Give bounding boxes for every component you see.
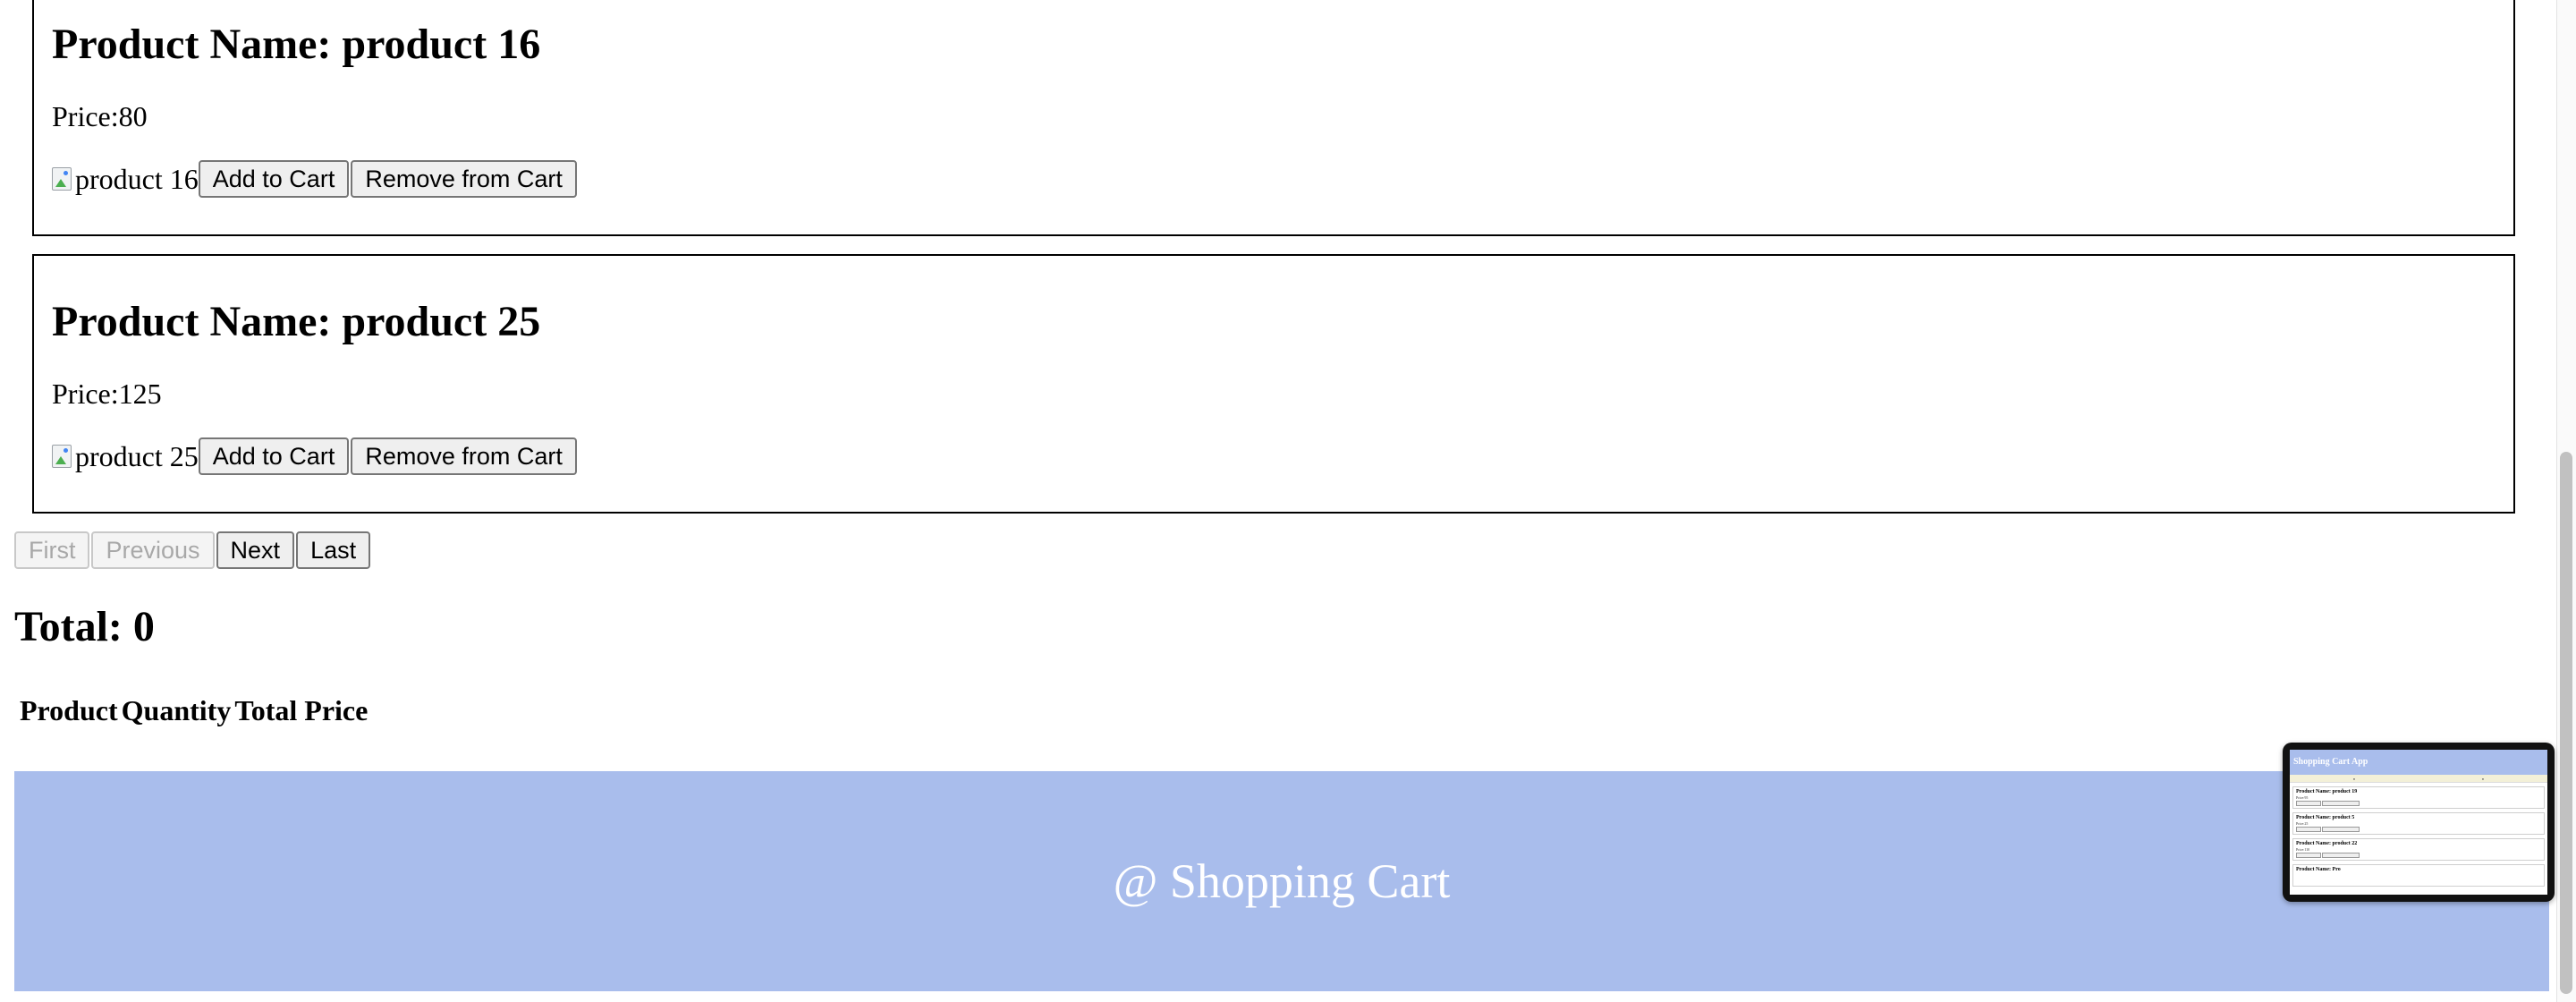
product-title: Product Name: product 16 bbox=[52, 21, 541, 68]
first-page-button[interactable]: First bbox=[14, 531, 90, 569]
product-price: Price:125 bbox=[52, 378, 162, 410]
preview-card: Product Name: product 19 Price:95 bbox=[2292, 786, 2545, 809]
preview-card: Product Name: product 22 Price:110 bbox=[2292, 838, 2545, 861]
preview-card: Product Name: Pro bbox=[2292, 864, 2545, 887]
product-actions: product 16 Add to Cart Remove from Cart bbox=[52, 159, 579, 199]
cart-table-header: Product Quantity Total Price bbox=[20, 694, 368, 727]
preview-card-line: Price:95 bbox=[2296, 795, 2309, 800]
product-image: product 25 bbox=[52, 437, 199, 476]
pagination: First Previous Next Last bbox=[14, 531, 372, 569]
footer-text: @ Shopping Cart bbox=[1113, 854, 1451, 908]
scrollbar-thumb[interactable] bbox=[2560, 452, 2572, 994]
column-quantity: Quantity bbox=[121, 694, 232, 726]
cart-table: Product Quantity Total Price bbox=[16, 694, 371, 727]
previous-page-button[interactable]: Previous bbox=[91, 531, 215, 569]
preview-card-title: Product Name: product 5 bbox=[2296, 815, 2355, 820]
last-page-button[interactable]: Last bbox=[296, 531, 371, 569]
preview-card-title: Product Name: Pro bbox=[2296, 867, 2341, 872]
page-content: Product Name: product 16 Price:80 produc… bbox=[0, 0, 2556, 1002]
product-card: Product Name: product 25 Price:125 produ… bbox=[32, 254, 2515, 514]
product-image: product 16 bbox=[52, 159, 199, 199]
preview-nav: ● ● bbox=[2290, 775, 2547, 783]
broken-image-icon bbox=[52, 167, 72, 191]
preview-card-title: Product Name: product 19 bbox=[2296, 789, 2358, 794]
preview-card-title: Product Name: product 22 bbox=[2296, 841, 2358, 846]
preview-card-buttons bbox=[2296, 853, 2541, 858]
add-to-cart-button[interactable]: Add to Cart bbox=[198, 437, 350, 475]
preview-card-buttons bbox=[2296, 801, 2541, 806]
product-card: Product Name: product 16 Price:80 produc… bbox=[32, 0, 2515, 236]
footer: @ Shopping Cart bbox=[14, 771, 2549, 991]
add-to-cart-button[interactable]: Add to Cart bbox=[198, 160, 350, 198]
broken-image-icon bbox=[52, 445, 72, 468]
column-total-price: Total Price bbox=[234, 694, 369, 726]
preview-card-buttons bbox=[2296, 827, 2541, 832]
preview-card-line: Price:25 bbox=[2296, 821, 2309, 826]
column-product: Product bbox=[20, 694, 118, 726]
product-title: Product Name: product 25 bbox=[52, 298, 541, 345]
product-price: Price:80 bbox=[52, 100, 148, 132]
preview-card-line: Price:110 bbox=[2296, 847, 2310, 852]
cart-total: Total: 0 bbox=[14, 603, 155, 650]
remove-from-cart-button[interactable]: Remove from Cart bbox=[351, 437, 577, 475]
product-image-alt: product 25 bbox=[75, 439, 199, 472]
product-actions: product 25 Add to Cart Remove from Cart bbox=[52, 437, 579, 476]
next-page-button[interactable]: Next bbox=[216, 531, 295, 569]
product-image-alt: product 16 bbox=[75, 162, 199, 195]
page-preview-thumbnail[interactable]: Shopping Cart App ● ● Product Name: produ… bbox=[2283, 743, 2555, 902]
preview-card: Product Name: product 5 Price:25 bbox=[2292, 812, 2545, 835]
preview-screen: Shopping Cart App ● ● Product Name: produ… bbox=[2290, 750, 2547, 895]
remove-from-cart-button[interactable]: Remove from Cart bbox=[351, 160, 577, 198]
preview-header: Shopping Cart App bbox=[2290, 750, 2547, 775]
